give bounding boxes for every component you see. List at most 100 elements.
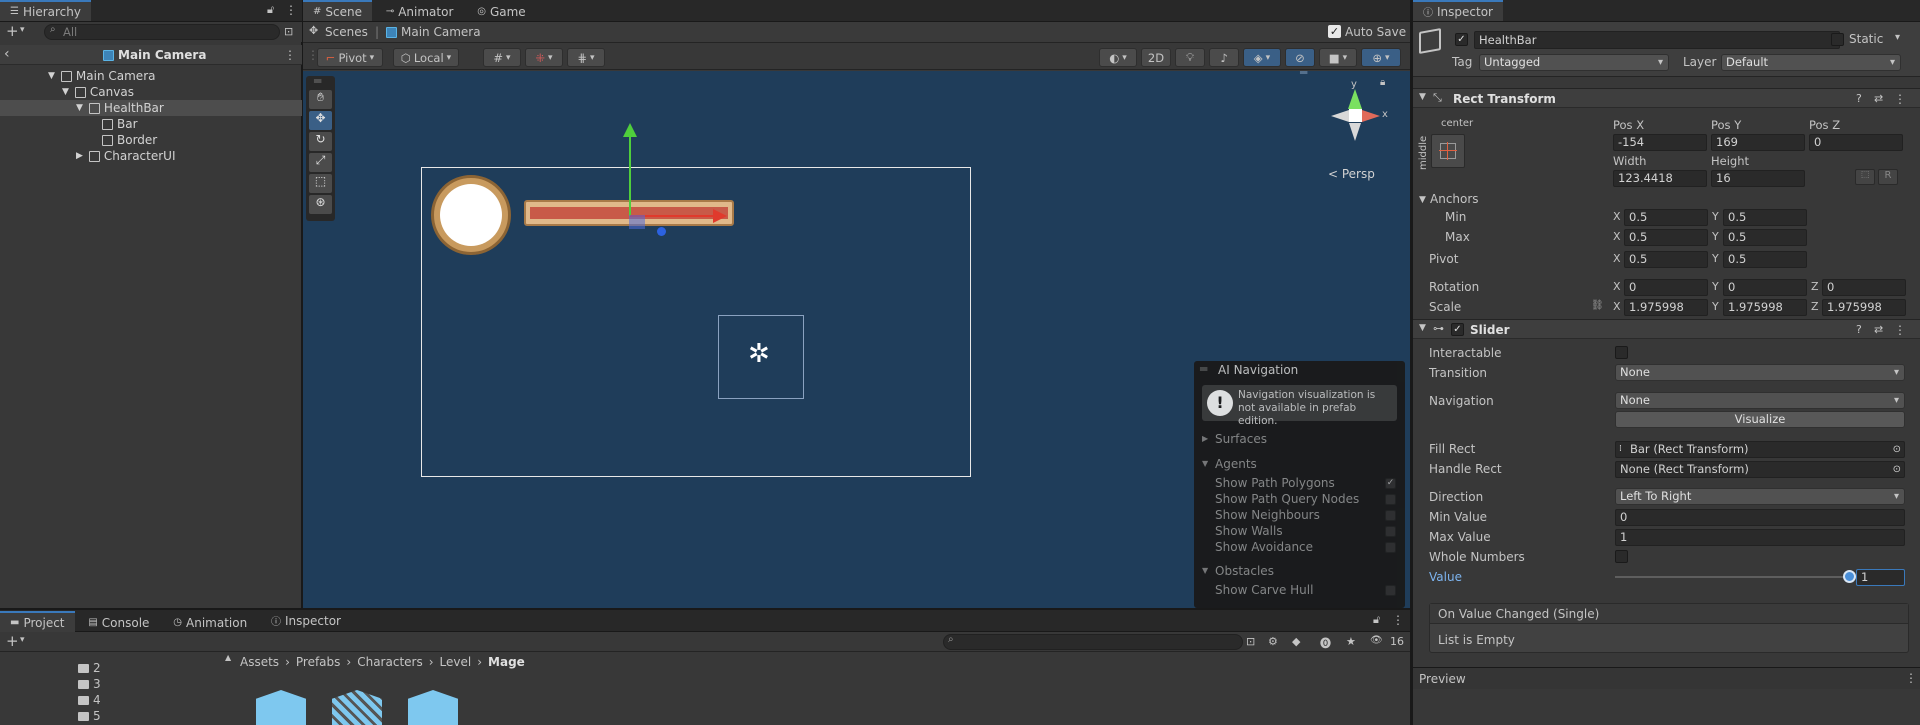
- expand-arrow-icon[interactable]: ▼: [76, 103, 83, 113]
- object-name-input[interactable]: HealthBar: [1474, 31, 1840, 49]
- breadcrumb-level[interactable]: Level: [440, 655, 472, 669]
- chevron-down-icon[interactable]: ▾: [1895, 32, 1900, 43]
- audio-toggle-button[interactable]: ♪: [1209, 48, 1239, 67]
- help-icon[interactable]: ?: [1856, 323, 1862, 336]
- pivot-y-field[interactable]: 0.5: [1723, 251, 1807, 268]
- auto-save-checkbox[interactable]: ✓: [1328, 25, 1341, 38]
- direction-dropdown[interactable]: Left To Right: [1615, 488, 1905, 505]
- scale-x-field[interactable]: 1.975998: [1624, 299, 1708, 316]
- collapse-arrow-icon[interactable]: ▶: [1202, 434, 1208, 443]
- 2d-toggle-button[interactable]: 2D: [1141, 48, 1171, 67]
- scale-y-field[interactable]: 1.975998: [1723, 299, 1807, 316]
- folder-item[interactable]: 4: [78, 693, 101, 707]
- preview-bar[interactable]: Preview ⋮: [1413, 667, 1920, 689]
- pos-y-field[interactable]: 169: [1711, 134, 1805, 151]
- anchor-min-x-field[interactable]: 0.5: [1624, 209, 1708, 226]
- gizmos-dropdown[interactable]: ⊕ ▾: [1361, 48, 1401, 67]
- chevron-down-icon[interactable]: ▾: [20, 25, 25, 35]
- value-slider-track[interactable]: [1615, 576, 1850, 578]
- camera-gizmo-icon[interactable]: ✲: [748, 339, 770, 369]
- transition-dropdown[interactable]: None: [1615, 364, 1905, 381]
- add-icon[interactable]: +: [6, 632, 19, 650]
- expand-arrow-icon[interactable]: ▼: [1419, 323, 1426, 333]
- visibility-eye-icon[interactable]: 👁︎: [1370, 635, 1383, 646]
- folder-item[interactable]: 2: [78, 661, 101, 675]
- rect-transform-header[interactable]: ▼ ⤡ Rect Transform ? ⇄ ⋮: [1413, 88, 1920, 108]
- more-menu-icon[interactable]: ⋮: [284, 48, 296, 62]
- fill-rect-field[interactable]: ⁞ Bar (Rect Transform) ⊙: [1615, 441, 1905, 458]
- hierarchy-item-characterui[interactable]: ▶ CharacterUI: [0, 148, 302, 164]
- grid-visibility-button[interactable]: ⋕ ▾: [567, 48, 605, 67]
- gizmo-y-axis[interactable]: [629, 128, 631, 216]
- max-value-field[interactable]: 1: [1615, 529, 1905, 546]
- search-filter-icon[interactable]: ⊡: [284, 25, 293, 38]
- breadcrumb-characters[interactable]: Characters: [357, 655, 423, 669]
- favorite-star-icon[interactable]: ★: [1346, 635, 1356, 648]
- back-arrow-icon[interactable]: ‹: [4, 46, 10, 62]
- scroll-up-icon[interactable]: ▲: [225, 653, 231, 662]
- breadcrumb-current[interactable]: Main Camera: [386, 25, 481, 39]
- gizmo-x-cone-icon[interactable]: [1362, 110, 1380, 122]
- whole-numbers-checkbox[interactable]: [1615, 550, 1628, 563]
- increment-snap-button[interactable]: ⁜ ▾: [525, 48, 563, 67]
- static-checkbox[interactable]: [1831, 33, 1844, 46]
- tab-animation[interactable]: ◷ Animation: [163, 612, 257, 633]
- expand-arrow-icon[interactable]: ▼: [1419, 92, 1426, 102]
- search-by-type-icon[interactable]: ⊡: [1246, 635, 1255, 648]
- gizmo-lock-icon[interactable]: 🔒︎: [1380, 77, 1385, 88]
- constrain-proportions-icon[interactable]: ⛓︎: [1591, 300, 1604, 311]
- show-path-query-nodes-checkbox[interactable]: [1385, 494, 1396, 505]
- gizmo-y-cone-icon[interactable]: [1348, 89, 1362, 109]
- pivot-dropdown[interactable]: ⌐ Pivot ▾: [317, 48, 383, 67]
- label-icon[interactable]: ◆: [1292, 635, 1300, 648]
- anchor-presets-button[interactable]: [1431, 134, 1465, 168]
- hierarchy-item-canvas[interactable]: ▼ Canvas: [0, 84, 302, 100]
- height-field[interactable]: 16: [1711, 170, 1805, 187]
- blueprint-mode-button[interactable]: ⬚: [1855, 169, 1875, 185]
- hand-tool-button[interactable]: ✋︎: [309, 90, 332, 109]
- shading-mode-button[interactable]: ◐ ▾: [1099, 48, 1137, 67]
- tab-scene[interactable]: # Scene: [303, 0, 372, 21]
- anchor-min-y-field[interactable]: 0.5: [1723, 209, 1807, 226]
- more-menu-icon[interactable]: ⋮: [1894, 323, 1906, 337]
- handle-rect-field[interactable]: None (Rect Transform) ⊙: [1615, 461, 1905, 478]
- show-avoidance-checkbox[interactable]: [1385, 542, 1396, 553]
- gizmo-plane-handle[interactable]: [629, 215, 645, 229]
- scene-visibility-button[interactable]: ⊘: [1285, 48, 1315, 67]
- tab-project[interactable]: ▬ Project: [0, 611, 75, 632]
- more-menu-icon[interactable]: ⋮: [1392, 613, 1404, 627]
- more-menu-icon[interactable]: ⋮: [1905, 671, 1917, 685]
- chevron-down-icon[interactable]: ▾: [20, 635, 25, 645]
- show-neighbours-checkbox[interactable]: [1385, 510, 1396, 521]
- effects-dropdown[interactable]: ◈ ▾: [1243, 48, 1281, 67]
- show-path-polygons-checkbox[interactable]: ✓: [1385, 478, 1396, 489]
- tab-hierarchy[interactable]: ☰ Hierarchy: [0, 0, 91, 21]
- expand-arrow-icon[interactable]: ▼: [1202, 566, 1208, 575]
- camera-dropdown[interactable]: ■ ▾: [1319, 48, 1357, 67]
- lock-icon[interactable]: 🔓︎: [267, 3, 274, 17]
- tab-console[interactable]: ▤ Console: [78, 612, 159, 633]
- slider-enabled-checkbox[interactable]: ✓: [1451, 323, 1464, 336]
- presets-icon[interactable]: ⇄: [1874, 92, 1883, 105]
- project-search-input[interactable]: [943, 634, 1243, 650]
- expand-arrow-icon[interactable]: ▶: [76, 151, 83, 161]
- lighting-toggle-button[interactable]: 💡︎: [1175, 48, 1205, 67]
- asset-prefab-1[interactable]: [256, 690, 306, 725]
- slider-header[interactable]: ▼ ⊶ ✓ Slider ? ⇄ ⋮: [1413, 319, 1920, 339]
- persp-label[interactable]: < Persp: [1328, 167, 1375, 181]
- more-menu-icon[interactable]: ⋮: [1894, 92, 1906, 106]
- breadcrumb-mage[interactable]: Mage: [488, 655, 525, 669]
- object-picker-icon[interactable]: ⊙: [1893, 462, 1901, 477]
- orientation-gizmo[interactable]: y x: [1318, 79, 1398, 161]
- add-icon[interactable]: +: [6, 22, 19, 40]
- pivot-x-field[interactable]: 0.5: [1624, 251, 1708, 268]
- breadcrumb-prefabs[interactable]: Prefabs: [296, 655, 341, 669]
- navigation-dropdown[interactable]: None: [1615, 392, 1905, 409]
- hierarchy-item-healthbar[interactable]: ▼ HealthBar: [0, 100, 302, 116]
- grid-snap-button[interactable]: # ▾: [483, 48, 521, 67]
- gizmo-neg-y-cone-icon[interactable]: [1349, 123, 1361, 141]
- filter-type-icon[interactable]: ⚙︎: [1268, 635, 1278, 648]
- move-tool-button[interactable]: ✥: [309, 111, 332, 130]
- breadcrumb-assets[interactable]: Assets: [240, 655, 279, 669]
- gizmo-neg-x-cone-icon[interactable]: [1331, 110, 1349, 122]
